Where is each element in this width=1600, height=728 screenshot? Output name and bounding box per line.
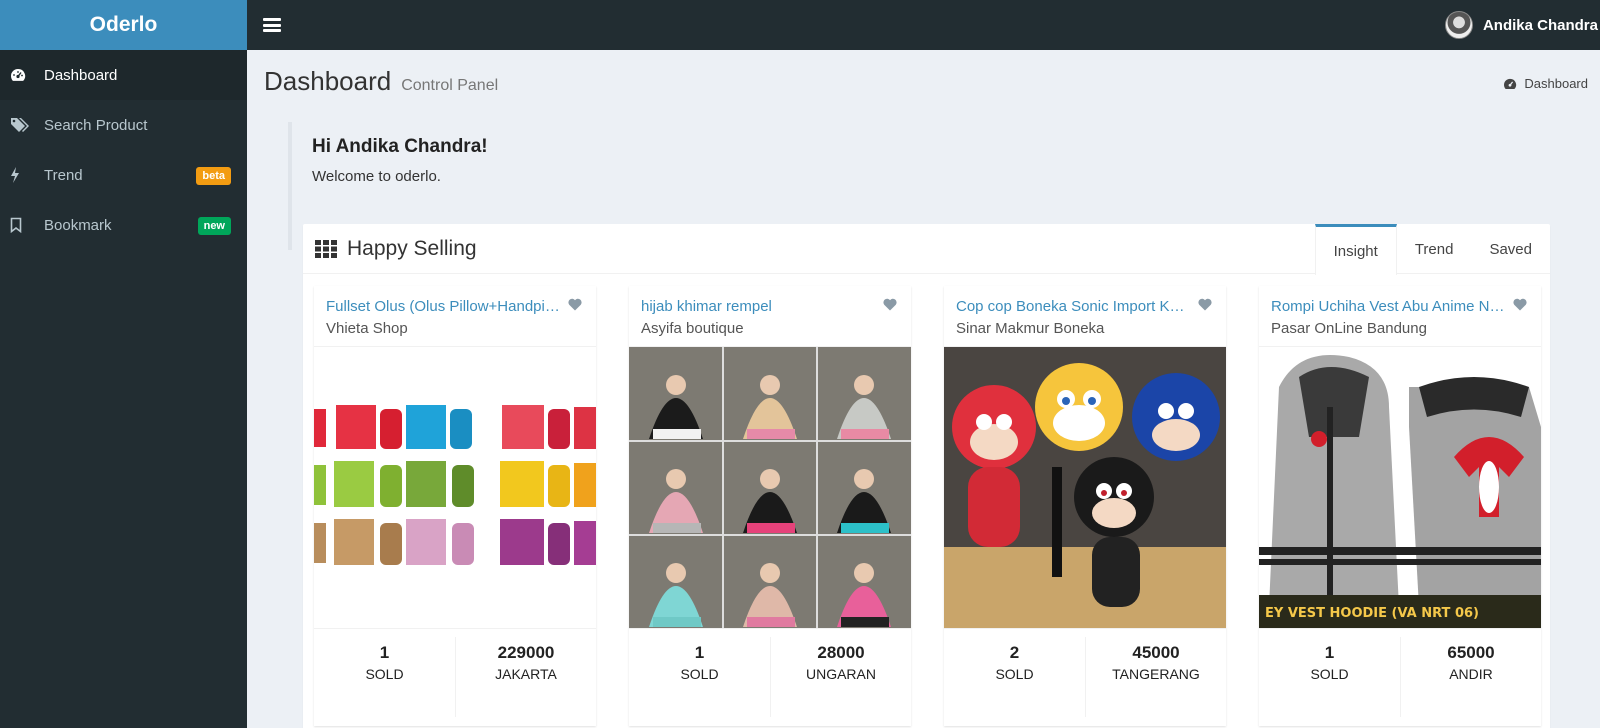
city-label: ANDIR xyxy=(1449,666,1493,682)
sidebar: Oderlo Dashboard Search Product Trend be… xyxy=(0,0,247,728)
sidebar-item-label: Search Product xyxy=(44,116,148,134)
welcome-greeting: Hi Andika Chandra! xyxy=(312,136,488,157)
product-card: Fullset Olus (Olus Pillow+Handpillow) Vh… xyxy=(314,286,596,726)
heart-icon[interactable] xyxy=(1513,298,1527,316)
user-name: Andika Chandra xyxy=(1482,16,1598,34)
product-title-link[interactable]: hijab khimar rempel xyxy=(641,298,876,315)
sold-stat: 2 SOLD xyxy=(944,629,1085,726)
box-title: Happy Selling xyxy=(315,224,477,274)
sold-label: SOLD xyxy=(995,666,1034,682)
sidebar-item-label: Trend xyxy=(44,166,83,184)
avatar xyxy=(1444,11,1473,39)
sidebar-item-bookmark[interactable]: Bookmark new xyxy=(0,200,247,250)
product-stats: 1 SOLD 229000 JAKARTA xyxy=(314,628,596,726)
product-image[interactable]: EY VEST HOODIE (VA NRT 06) xyxy=(1259,346,1541,628)
app-logo[interactable]: Oderlo xyxy=(0,0,247,50)
price-value: 28000 xyxy=(817,643,865,662)
tab-trend[interactable]: Trend xyxy=(1397,224,1472,274)
tab-saved[interactable]: Saved xyxy=(1471,224,1550,274)
city-label: TANGERANG xyxy=(1112,666,1200,682)
sidebar-item-label: Bookmark xyxy=(44,216,112,234)
product-image[interactable] xyxy=(629,346,911,628)
product-image[interactable] xyxy=(944,346,1226,628)
sold-count: 2 xyxy=(1009,643,1020,662)
beta-badge: beta xyxy=(196,167,231,185)
price-value: 229000 xyxy=(497,643,555,662)
page-title: Dashboard xyxy=(264,66,392,96)
product-title-link[interactable]: Cop cop Boneka Sonic Import Keren xyxy=(956,298,1191,315)
shop-name: Vhieta Shop xyxy=(326,320,408,337)
breadcrumb-label: Dashboard xyxy=(1524,76,1588,91)
bolt-icon xyxy=(10,167,34,183)
welcome-message: Welcome to oderlo. xyxy=(312,168,441,185)
dashboard-icon xyxy=(1503,78,1517,90)
price-value: 45000 xyxy=(1132,643,1180,662)
shop-name: Asyifa boutique xyxy=(641,320,744,337)
grid-icon xyxy=(315,240,337,258)
price-stat: 229000 JAKARTA xyxy=(455,637,596,717)
product-title-link[interactable]: Rompi Uchiha Vest Abu Anime Naruto xyxy=(1271,298,1506,315)
city-label: JAKARTA xyxy=(495,666,557,682)
sold-count: 1 xyxy=(379,643,390,662)
heart-icon[interactable] xyxy=(1198,298,1212,316)
sidebar-item-dashboard[interactable]: Dashboard xyxy=(0,50,247,100)
product-grid: Fullset Olus (Olus Pillow+Handpillow) Vh… xyxy=(314,286,1541,726)
sold-stat: 1 SOLD xyxy=(1259,629,1400,726)
heart-icon[interactable] xyxy=(883,298,897,316)
page-header: Dashboard Control Panel xyxy=(264,66,498,97)
shop-name: Pasar OnLine Bandung xyxy=(1271,320,1427,337)
box-tabs: Insight Trend Saved xyxy=(1314,224,1550,275)
heart-icon[interactable] xyxy=(568,298,582,316)
svg-text:EY VEST HOODIE (VA NRT 06): EY VEST HOODIE (VA NRT 06) xyxy=(1265,606,1479,621)
tab-insight[interactable]: Insight xyxy=(1314,224,1397,275)
sold-label: SOLD xyxy=(680,666,719,682)
page-subtitle: Control Panel xyxy=(401,77,499,94)
happy-selling-box: Happy Selling Insight Trend Saved Fullse… xyxy=(303,224,1550,728)
breadcrumb[interactable]: Dashboard xyxy=(1503,76,1588,91)
product-stats: 2 SOLD 45000 TANGERANG xyxy=(944,628,1226,726)
product-card: Rompi Uchiha Vest Abu Anime Naruto Pasar… xyxy=(1259,286,1541,726)
dashboard-icon xyxy=(10,68,34,82)
product-stats: 1 SOLD 28000 UNGARAN xyxy=(629,628,911,726)
price-stat: 28000 UNGARAN xyxy=(770,637,911,717)
new-badge: new xyxy=(197,217,231,235)
sidebar-item-label: Dashboard xyxy=(44,66,118,84)
price-value: 65000 xyxy=(1447,643,1495,662)
box-title-label: Happy Selling xyxy=(347,237,477,260)
sold-count: 1 xyxy=(694,643,705,662)
product-card: hijab khimar rempel Asyifa boutique 1 SO… xyxy=(629,286,911,726)
sidebar-item-search-product[interactable]: Search Product xyxy=(0,100,247,150)
price-stat: 45000 TANGERANG xyxy=(1085,637,1226,717)
city-label: UNGARAN xyxy=(805,666,876,682)
product-image[interactable] xyxy=(314,346,596,628)
sold-count: 1 xyxy=(1324,643,1335,662)
sidebar-item-trend[interactable]: Trend beta xyxy=(0,150,247,200)
sold-label: SOLD xyxy=(365,666,404,682)
product-card: Cop cop Boneka Sonic Import Keren Sinar … xyxy=(944,286,1226,726)
top-navbar: Andika Chandra xyxy=(247,0,1600,50)
box-header: Happy Selling Insight Trend Saved xyxy=(303,224,1550,275)
menu-toggle-icon[interactable] xyxy=(263,18,281,32)
shop-name: Sinar Makmur Boneka xyxy=(956,320,1105,337)
user-menu[interactable]: Andika Chandra xyxy=(1444,0,1600,50)
sold-stat: 1 SOLD xyxy=(314,629,455,726)
tags-icon xyxy=(10,117,34,133)
bookmark-icon xyxy=(10,217,34,233)
main-content: Dashboard Control Panel Dashboard Hi And… xyxy=(247,50,1600,728)
sold-label: SOLD xyxy=(1310,666,1349,682)
product-title-link[interactable]: Fullset Olus (Olus Pillow+Handpillow) xyxy=(326,298,561,315)
product-stats: 1 SOLD 65000 ANDIR xyxy=(1259,628,1541,726)
sold-stat: 1 SOLD xyxy=(629,629,770,726)
price-stat: 65000 ANDIR xyxy=(1400,637,1541,717)
